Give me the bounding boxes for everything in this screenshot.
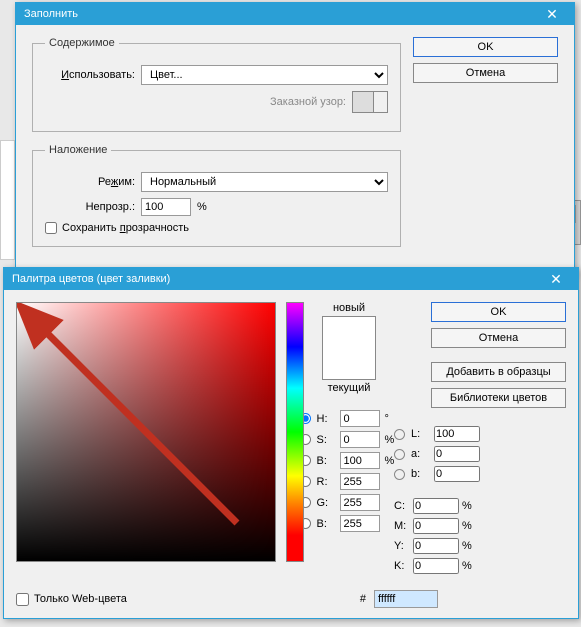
current-label: текущий xyxy=(328,382,371,394)
preserve-label: Сохранить прозрачность xyxy=(62,222,189,234)
current-color-preview[interactable] xyxy=(323,348,375,379)
overlay-legend: Наложение xyxy=(45,144,111,156)
opacity-input[interactable] xyxy=(141,198,191,216)
c-input[interactable] xyxy=(413,498,459,514)
add-swatch-button[interactable]: Добавить в образцы xyxy=(431,362,566,382)
cp-close-button[interactable]: ✕ xyxy=(542,272,570,286)
pattern-label: Заказной узор: xyxy=(256,96,346,108)
fill-cancel-button[interactable]: Отмена xyxy=(413,63,558,83)
content-legend: Содержимое xyxy=(45,37,119,49)
pattern-dropdown-icon[interactable] xyxy=(374,91,388,113)
cmyk-block: C:% M:% Y:% K:% xyxy=(394,498,566,574)
l-label: L: xyxy=(411,428,431,440)
lab-block: L: a: b: xyxy=(394,426,480,482)
lab-b-input[interactable] xyxy=(434,466,480,482)
tutorial-arrow-icon xyxy=(17,303,277,563)
webonly-checkbox[interactable] xyxy=(16,593,29,606)
g-label: G: xyxy=(317,497,337,509)
opacity-unit: % xyxy=(197,201,207,213)
r-input[interactable] xyxy=(340,473,380,490)
b2-label: B: xyxy=(317,518,337,530)
fill-titlebar[interactable]: Заполнить ✕ xyxy=(16,3,574,25)
b-input[interactable] xyxy=(340,452,380,469)
opacity-label: Непрозр.: xyxy=(45,201,135,213)
color-field[interactable] xyxy=(16,302,276,562)
hsb-rgb-block: H:° S:% B:% R: G: B: xyxy=(300,410,399,532)
pattern-preview xyxy=(352,91,374,113)
hex-input[interactable] xyxy=(374,590,438,608)
h-label: H: xyxy=(317,413,337,425)
r-label: R: xyxy=(317,476,337,488)
l-radio[interactable] xyxy=(394,429,405,440)
new-color-preview xyxy=(323,317,375,348)
use-select[interactable]: Цвет... xyxy=(141,65,388,85)
cp-titlebar[interactable]: Палитра цветов (цвет заливки) ✕ xyxy=(4,268,578,290)
preserve-checkbox[interactable] xyxy=(45,222,57,234)
cp-title: Палитра цветов (цвет заливки) xyxy=(12,273,170,285)
use-label: ИИспользовать:спользовать: xyxy=(45,69,135,81)
y-label: Y: xyxy=(394,540,410,552)
fill-close-button[interactable]: ✕ xyxy=(538,7,566,21)
hex-hash: # xyxy=(360,593,366,605)
lab-b-radio[interactable] xyxy=(394,469,405,480)
a-input[interactable] xyxy=(434,446,480,462)
color-picker-dialog: Палитра цветов (цвет заливки) ✕ новый те… xyxy=(3,267,579,619)
m-input[interactable] xyxy=(413,518,459,534)
k-input[interactable] xyxy=(413,558,459,574)
color-libs-button[interactable]: Библиотеки цветов xyxy=(431,388,566,408)
m-unit: % xyxy=(462,520,476,532)
mode-label: Режим: xyxy=(45,176,135,188)
c-unit: % xyxy=(462,500,476,512)
pattern-swatch[interactable] xyxy=(352,91,388,113)
l-input[interactable] xyxy=(434,426,480,442)
a-label: a: xyxy=(411,448,431,460)
color-swatch xyxy=(322,316,376,380)
overlay-group: Наложение Режим: Нормальный Непрозр.: % … xyxy=(32,144,401,247)
s-label: S: xyxy=(317,434,337,446)
canvas-bg xyxy=(0,140,15,260)
a-radio[interactable] xyxy=(394,449,405,460)
b2-input[interactable] xyxy=(340,515,380,532)
cp-ok-button[interactable]: OK xyxy=(431,302,566,322)
b-label: B: xyxy=(317,455,337,467)
fill-dialog: Заполнить ✕ Содержимое ИИспользовать:спо… xyxy=(15,2,575,276)
y-input[interactable] xyxy=(413,538,459,554)
webonly-label: Только Web-цвета xyxy=(34,593,127,605)
mode-select[interactable]: Нормальный xyxy=(141,172,388,192)
s-input[interactable] xyxy=(340,431,380,448)
fill-ok-button[interactable]: OK xyxy=(413,37,558,57)
hue-slider[interactable] xyxy=(286,302,304,562)
content-group: Содержимое ИИспользовать:спользовать: Цв… xyxy=(32,37,401,132)
m-label: M: xyxy=(394,520,410,532)
k-unit: % xyxy=(462,560,476,572)
y-unit: % xyxy=(462,540,476,552)
h-input[interactable] xyxy=(340,410,380,427)
fill-title: Заполнить xyxy=(24,8,78,20)
c-label: C: xyxy=(394,500,410,512)
new-label: новый xyxy=(333,302,365,314)
k-label: K: xyxy=(394,560,410,572)
cp-cancel-button[interactable]: Отмена xyxy=(431,328,566,348)
color-cursor xyxy=(19,305,29,315)
lab-b-label: b: xyxy=(411,468,431,480)
g-input[interactable] xyxy=(340,494,380,511)
